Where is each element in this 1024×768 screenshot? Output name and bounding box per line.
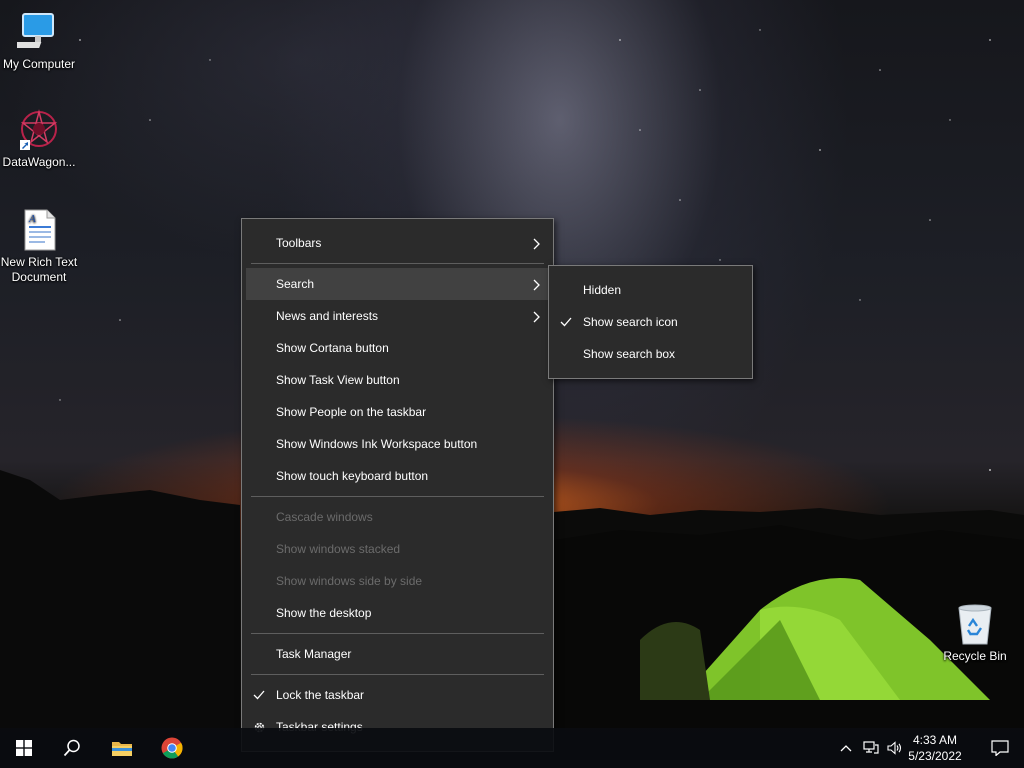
menu-separator (251, 263, 544, 264)
menu-item-show-windows-side-by-side: Show windows side by side (246, 565, 549, 597)
start-button[interactable] (0, 728, 48, 768)
menu-item-label: Show Task View button (276, 373, 400, 387)
menu-item-label: Show the desktop (276, 606, 372, 620)
menu-item-search[interactable]: Search (246, 268, 549, 300)
desktop-icon-recycle-bin[interactable]: Recycle Bin (936, 602, 1014, 664)
search-button[interactable] (48, 728, 96, 768)
menu-separator (251, 496, 544, 497)
submenu-item-show-search-icon[interactable]: Show search icon (553, 306, 748, 338)
menu-item-show-touch-keyboard[interactable]: Show touch keyboard button (246, 460, 549, 492)
file-explorer-button[interactable] (98, 728, 146, 768)
search-submenu: Hidden Show search icon Show search box (548, 265, 753, 379)
desktop-icon-label: DataWagon... (2, 155, 76, 169)
menu-item-show-cortana-button[interactable]: Show Cortana button (246, 332, 549, 364)
computer-icon (17, 13, 54, 48)
submenu-item-hidden[interactable]: Hidden (553, 274, 748, 306)
desktop-icon-label: My Computer (2, 57, 76, 71)
desktop-icon-my-computer[interactable]: My Computer (0, 10, 78, 72)
menu-item-show-task-view-button[interactable]: Show Task View button (246, 364, 549, 396)
checkmark-icon (253, 690, 265, 700)
svg-text:A: A (28, 213, 36, 225)
menu-item-task-manager[interactable]: Task Manager (246, 638, 549, 670)
submenu-item-label: Show search icon (583, 315, 678, 329)
menu-item-show-people[interactable]: Show People on the taskbar (246, 396, 549, 428)
menu-item-cascade-windows: Cascade windows (246, 501, 549, 533)
menu-item-label: Show windows side by side (276, 574, 423, 588)
clock-time: 4:33 AM (912, 733, 958, 747)
show-hidden-icons-button[interactable] (834, 728, 858, 768)
chevron-right-icon (533, 279, 540, 291)
menu-item-toolbars[interactable]: Toolbars (246, 227, 549, 259)
network-icon (863, 741, 879, 754)
submenu-item-label: Show search box (583, 347, 676, 361)
rtf-document-icon: A (24, 209, 56, 251)
menu-item-show-the-desktop[interactable]: Show the desktop (246, 597, 549, 629)
submenu-item-label: Hidden (583, 283, 622, 297)
menu-item-lock-the-taskbar[interactable]: Lock the taskbar (246, 679, 549, 711)
search-icon (63, 739, 80, 757)
chrome-icon (161, 737, 183, 759)
menu-item-label: Show People on the taskbar (276, 405, 427, 419)
checkmark-icon (560, 317, 572, 327)
menu-item-label: Cascade windows (276, 510, 373, 524)
taskbar-clock[interactable]: 4:33 AM 5/23/2022 (902, 732, 968, 764)
menu-item-label: Lock the taskbar (276, 688, 365, 702)
file-explorer-icon (112, 742, 132, 756)
menu-item-label: Show touch keyboard button (276, 469, 429, 483)
menu-item-show-windows-ink[interactable]: Show Windows Ink Workspace button (246, 428, 549, 460)
desktop-icon-datawagon[interactable]: DataWagon... (0, 108, 78, 170)
menu-item-label: Show Windows Ink Workspace button (276, 437, 478, 451)
desktop-icon-label: Recycle Bin (943, 649, 1007, 663)
chevron-up-icon (840, 745, 852, 752)
action-center-button[interactable] (976, 728, 1024, 768)
volume-icon (887, 741, 902, 755)
desktop-icon-rtf-document[interactable]: A New Rich Text Document (0, 208, 78, 285)
chevron-right-icon (533, 238, 540, 250)
menu-item-news-and-interests[interactable]: News and interests (246, 300, 549, 332)
datawagon-icon (20, 109, 58, 150)
network-tray-button[interactable] (859, 728, 883, 768)
menu-item-label: Show windows stacked (276, 542, 401, 556)
chrome-button[interactable] (148, 728, 196, 768)
menu-separator (251, 633, 544, 634)
taskbar-context-menu: Toolbars Search News and interests Show … (241, 218, 554, 752)
menu-item-label: Task Manager (276, 647, 352, 661)
windows-start-icon (16, 740, 32, 756)
notification-icon (991, 740, 1009, 756)
menu-item-label: Toolbars (276, 236, 322, 250)
desktop-icon-label: New Rich Text Document (0, 255, 78, 284)
recycle-bin-icon (958, 604, 992, 645)
submenu-item-show-search-box[interactable]: Show search box (553, 338, 748, 370)
menu-item-show-windows-stacked: Show windows stacked (246, 533, 549, 565)
menu-item-label: Search (276, 277, 315, 291)
chevron-right-icon (533, 311, 540, 323)
menu-item-label: News and interests (276, 309, 379, 323)
taskbar: 4:33 AM 5/23/2022 (0, 728, 1024, 768)
menu-item-label: Show Cortana button (276, 341, 389, 355)
menu-separator (251, 674, 544, 675)
clock-date: 5/23/2022 (908, 749, 962, 763)
